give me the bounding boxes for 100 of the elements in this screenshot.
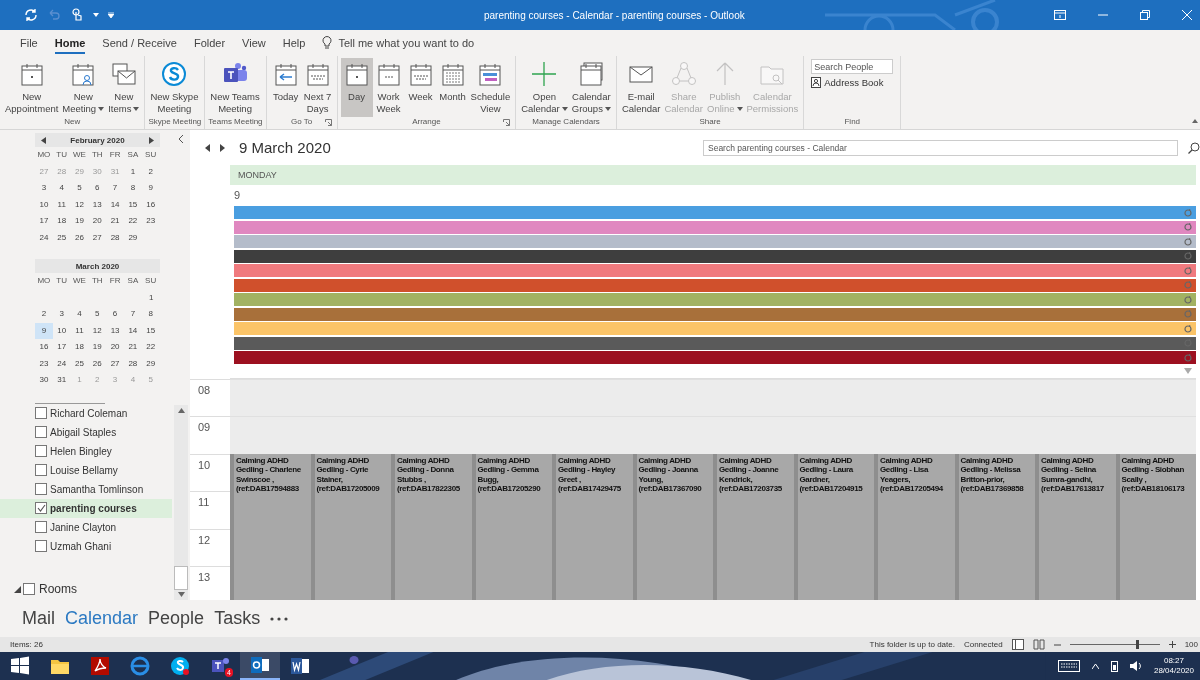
caret-icon[interactable] <box>93 13 99 17</box>
calendar-day[interactable]: 18 <box>52 213 71 230</box>
calendar-day[interactable]: 10 <box>35 196 53 213</box>
calendar-day[interactable]: 11 <box>70 322 89 339</box>
menu-tab[interactable]: View <box>242 32 266 54</box>
calendar-day[interactable]: 4 <box>52 180 71 197</box>
search-field[interactable]: Search parenting courses - Calendar <box>703 139 1178 156</box>
calendar-event[interactable]: Calming ADHD Gedling - Hayley Greet , (ref:DAB17429475 <box>552 453 633 600</box>
calendar-day[interactable]: 29 <box>141 355 160 372</box>
menu-tab[interactable]: Home <box>54 32 86 54</box>
folder-list-item[interactable]: Helen Bingley <box>0 441 172 461</box>
calendar-day[interactable]: 3 <box>35 180 53 197</box>
calendar-event[interactable]: Calming ADHD Gedling - Gemma Bugg, (ref:DAB17205290 <box>471 453 552 600</box>
folder-list-item[interactable]: Abigail Staples <box>0 422 172 442</box>
battery-icon[interactable] <box>1110 660 1118 672</box>
nav-item[interactable]: Mail <box>22 608 55 629</box>
calendar-day[interactable]: 22 <box>141 339 160 356</box>
calendar-day[interactable]: 13 <box>106 322 124 339</box>
calendar-day[interactable]: 11 <box>52 196 71 213</box>
scroll-thumb[interactable] <box>174 566 188 590</box>
ribbon-button[interactable]: Next 7 Days <box>301 58 334 117</box>
collapse-pane-icon[interactable] <box>178 135 184 143</box>
calendar-day[interactable]: 21 <box>106 213 124 230</box>
next-day-icon[interactable] <box>220 143 225 152</box>
sync-icon[interactable] <box>24 8 38 22</box>
ribbon-button[interactable]: New Skype Meeting <box>148 58 201 117</box>
menu-tab[interactable]: Folder <box>193 32 226 54</box>
checkbox[interactable] <box>35 464 47 476</box>
menu-tab[interactable]: File <box>20 32 38 54</box>
folder-list-item[interactable]: Louise Bellamy <box>0 460 172 480</box>
calendar-day[interactable]: 28 <box>106 229 124 246</box>
checkbox[interactable] <box>35 426 47 438</box>
calendar-day[interactable]: 22 <box>124 213 142 230</box>
keyboard-icon[interactable] <box>1057 660 1080 672</box>
calendar-day[interactable]: 2 <box>35 306 53 323</box>
ribbon-button[interactable]: Today <box>269 58 302 117</box>
tell-me-field[interactable]: Tell me what you want to do <box>338 37 475 49</box>
calendar-day[interactable]: 17 <box>35 213 53 230</box>
calendar-event[interactable]: Calming ADHD Gedling - Joanna Young, (ref:DAB17367090 <box>632 453 713 600</box>
calendar-day[interactable]: 3 <box>52 306 71 323</box>
nav-item[interactable]: Tasks <box>214 608 261 629</box>
calendar-day[interactable]: 1 <box>142 289 160 306</box>
calendar-event[interactable]: Calming ADHD Gedling - Charlene Swinscoe , (ref:DAB17594883 <box>230 453 311 600</box>
calendar-day[interactable]: 16 <box>35 339 53 356</box>
folder-list-item[interactable]: Janine Clayton <box>0 517 172 537</box>
menu-tab[interactable]: Help <box>282 32 306 54</box>
calendar-event[interactable]: Calming ADHD Gedling - Siobhan Scally , (ref:DAB18106173 <box>1115 453 1196 600</box>
checkbox[interactable] <box>35 521 47 533</box>
calendar-day[interactable]: 17 <box>52 339 71 356</box>
ribbon-button[interactable]: Week <box>404 58 437 117</box>
calendar-day[interactable]: 8 <box>141 306 160 323</box>
ribbon-button[interactable]: New Items <box>106 58 142 117</box>
calendar-event[interactable]: Calming ADHD Gedling - Cyrie Stainer, (ref:DAB17205009 <box>310 453 391 600</box>
calendar-event[interactable]: Calming ADHD Gedling - Joanne Kendrick, (ref:DAB17203735 <box>713 453 794 600</box>
calendar-day[interactable]: 20 <box>88 213 107 230</box>
search-icon[interactable] <box>1188 141 1200 154</box>
nav-item[interactable]: People <box>148 608 205 629</box>
address-book-button[interactable]: Address Book <box>811 77 898 88</box>
calendar-day[interactable]: 1 <box>124 163 142 180</box>
calendar-event[interactable]: Calming ADHD Gedling - Melissa Britton-prior, (ref:DAB17369858 <box>954 453 1035 600</box>
folder-list-item[interactable]: Samantha Tomlinson <box>0 479 172 499</box>
more-icon[interactable] <box>270 616 289 621</box>
calendar-event[interactable]: Calming ADHD Gedling - Lisa Yeagers, (ref:DAB17205494 <box>874 453 955 600</box>
touch-icon[interactable] <box>70 8 84 22</box>
search-people-field[interactable]: Search People <box>811 59 894 74</box>
calendar-event[interactable]: Calming ADHD Gedling - Donna Stubbs , (ref:DAB17822305 <box>391 453 472 600</box>
checkbox[interactable] <box>35 407 47 419</box>
ribbon-button[interactable]: Calendar Groups <box>569 58 613 117</box>
calendar-day[interactable]: 28 <box>124 355 142 372</box>
calendar-day[interactable]: 9 <box>141 180 160 197</box>
nav-item[interactable]: Calendar <box>65 608 139 629</box>
ribbon-button[interactable]: Month <box>436 58 469 117</box>
restore-icon[interactable] <box>1140 10 1150 20</box>
ribbon-button[interactable]: Day <box>340 58 373 117</box>
speaker-icon[interactable] <box>1129 660 1142 672</box>
calendar-day[interactable]: 7 <box>106 180 124 197</box>
calendar-day[interactable]: 8 <box>124 180 142 197</box>
calendar-day[interactable]: 31 <box>52 372 71 389</box>
scroll-down-icon[interactable] <box>177 592 185 597</box>
calendar-day[interactable]: 27 <box>106 355 124 372</box>
calendar-day[interactable]: 6 <box>106 306 124 323</box>
calendar-day[interactable]: 4 <box>70 306 89 323</box>
calendar-day[interactable]: 7 <box>124 306 142 323</box>
calendar-day[interactable]: 13 <box>88 196 107 213</box>
calendar-day[interactable]: 25 <box>70 355 89 372</box>
calendar-day[interactable]: 12 <box>88 322 107 339</box>
folder-list-item[interactable]: parenting courses <box>0 498 172 518</box>
normal-view-icon[interactable] <box>1011 639 1024 650</box>
calendar-event[interactable]: Calming ADHD Gedling - Laura Gardner, (ref:DAB17204915 <box>793 453 874 600</box>
ribbon-display-icon[interactable] <box>1054 10 1066 20</box>
checkbox[interactable] <box>35 502 47 514</box>
dialog-launcher-icon[interactable] <box>324 119 332 126</box>
calendar-day[interactable]: 29 <box>124 229 142 246</box>
checkbox[interactable] <box>35 540 47 552</box>
calendar-day[interactable]: 21 <box>124 339 142 356</box>
expand-triangle-icon[interactable] <box>14 585 21 593</box>
checkbox[interactable] <box>23 583 35 595</box>
taskbar-button[interactable] <box>240 652 280 680</box>
calendar-day[interactable]: 26 <box>88 355 107 372</box>
calendar-event[interactable]: Calming ADHD Gedling - Selina Sumra-gandhi, (ref:DAB17613817 <box>1035 453 1116 600</box>
